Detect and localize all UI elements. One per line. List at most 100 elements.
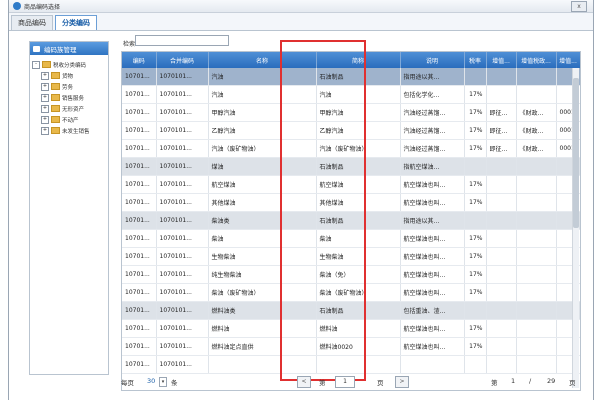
table-cell [208, 355, 317, 374]
table-cell [516, 301, 557, 320]
expand-icon[interactable]: + [41, 104, 49, 113]
table-cell: 汽油经过蒸馏... [400, 139, 465, 158]
app-icon [13, 2, 21, 10]
table-cell [516, 355, 557, 374]
prev-page-button[interactable]: < [297, 376, 311, 388]
table-cell: 17% [464, 103, 487, 122]
table-cell: 汽油 [316, 85, 401, 104]
table-cell [516, 283, 557, 302]
table-cell: 17% [464, 247, 487, 266]
column-header[interactable]: 增值税政... [516, 52, 557, 68]
table-cell: 17% [464, 229, 487, 248]
table-row[interactable]: 10701... 1070101... 燃料油定点直供 燃料油0020 航空煤油也叫..… [122, 337, 580, 356]
table-cell: 柴油 [316, 229, 401, 248]
column-header[interactable]: 合并编码 [156, 52, 209, 68]
expand-icon[interactable]: + [41, 115, 49, 124]
table-cell: 汽油经过蒸馏... [400, 121, 465, 140]
table-cell [486, 157, 517, 176]
folder-icon [51, 116, 60, 123]
tab-product-code[interactable]: 商品编码 [11, 15, 53, 30]
table-cell: 包括重油、渣... [400, 301, 465, 320]
table-row[interactable]: 10701... 1070101... 甲醇汽油 甲醇汽油 汽油经过蒸馏... 17% 即征… [122, 103, 580, 122]
expand-icon[interactable]: + [41, 93, 49, 102]
table-row[interactable]: 10701... 1070101... 柴油 柴油 航空煤油也叫... 17% [122, 229, 580, 248]
tree-item[interactable]: + 无形资产 [32, 103, 106, 114]
expand-icon[interactable]: + [41, 71, 49, 80]
table-cell [486, 85, 517, 104]
table-cell: 1070101... [156, 121, 209, 140]
per-page-value[interactable]: 30 [147, 377, 155, 385]
table-row[interactable]: 10701... 1070101... 柴油类 石油制品 指用途以其... [122, 211, 580, 230]
table-row[interactable]: 10701... 1070101... 其他煤油 其他煤油 航空煤油也叫... 17% [122, 193, 580, 212]
table-cell: 10701... [122, 247, 157, 266]
tree-item-label: 劳务 [62, 84, 74, 91]
table-cell: 指用途以其... [400, 211, 465, 230]
column-header[interactable]: 增值... [556, 52, 580, 68]
expand-icon[interactable]: + [41, 126, 49, 135]
tree-item[interactable]: + 销售服务 [32, 92, 106, 103]
folder-icon [51, 94, 60, 101]
table-cell: 汽油（废矿物油） [316, 139, 401, 158]
table-row[interactable]: 10701... 1070101... 纯生物柴油 柴油（免） 航空煤油也叫... 17% [122, 265, 580, 284]
table-cell: 石油制品 [316, 157, 401, 176]
summary-sep: / [529, 377, 532, 385]
table-row[interactable]: 10701... 1070101... 乙醇汽油 乙醇汽油 汽油经过蒸馏... 17% 即征… [122, 121, 580, 140]
tree-item[interactable]: + 不动产 [32, 114, 106, 125]
table-cell: 10701... [122, 265, 157, 284]
table-cell: 即征... [486, 139, 517, 158]
table-cell: 柴油类 [208, 211, 317, 230]
table-row[interactable]: 10701... 1070101... 柴油（废矿物油） 柴油（废矿物油） 航空煤油也叫… [122, 283, 580, 302]
table-cell: 汽油 [208, 68, 317, 86]
table-row[interactable]: 10701... 1070101... 航空煤油 航空煤油 航空煤油也叫... 17% [122, 175, 580, 194]
table-row[interactable]: 10701... 1070101... 燃料油 燃料油 航空煤油也叫... 17% [122, 319, 580, 338]
tree-item[interactable]: + 劳务 [32, 81, 106, 92]
spinner-icon[interactable]: ▾ [159, 377, 167, 387]
table-cell: 包括化学化... [400, 85, 465, 104]
table-cell [486, 301, 517, 320]
folder-icon [51, 127, 60, 134]
table-row[interactable]: 10701... 1070101... [122, 355, 580, 374]
scrollbar-thumb[interactable] [573, 78, 579, 228]
table-cell: 《财政... [516, 139, 557, 158]
table-row[interactable]: 10701... 1070101... 汽油（废矿物油） 汽油（废矿物油） 汽油经过蒸馏… [122, 139, 580, 158]
column-header[interactable]: 简称 [316, 52, 401, 68]
tab-category-code[interactable]: 分类编码 [55, 15, 97, 30]
column-header[interactable]: 编码 [122, 52, 157, 68]
tree-item[interactable]: + 货物 [32, 70, 106, 81]
close-button[interactable]: x [571, 1, 587, 12]
vertical-scrollbar[interactable] [572, 68, 579, 388]
manage-icon [33, 45, 40, 52]
table-row[interactable]: 10701... 1070101... 生物柴油 生物柴油 航空煤油也叫... 17% [122, 247, 580, 266]
title-bar: 商品编码选择 x [9, 0, 593, 13]
table-row[interactable]: 10701... 1070101... 汽油 石油制品 指用途以其... [122, 68, 580, 86]
tree-item-label: 未发生销售 [62, 128, 90, 135]
table-cell: 17% [464, 85, 487, 104]
table-cell: 航空煤油也叫... [400, 193, 465, 212]
next-page-button[interactable]: > [395, 376, 409, 388]
per-page-spinner[interactable]: ▾ [159, 377, 167, 387]
table-row[interactable]: 10701... 1070101... 煤油 石油制品 指航空煤油... [122, 157, 580, 176]
page-number-input[interactable]: 1 [335, 376, 355, 388]
tree-item[interactable]: + 未发生销售 [32, 125, 106, 136]
collapse-icon[interactable]: - [32, 60, 40, 69]
table-cell: 1070101... [156, 175, 209, 194]
expand-icon[interactable]: + [41, 82, 49, 91]
search-input[interactable] [135, 35, 229, 46]
table-cell [516, 157, 557, 176]
table-cell: 乙醇汽油 [316, 121, 401, 140]
table-cell: 10701... [122, 283, 157, 302]
column-header[interactable]: 增值... [486, 52, 517, 68]
window-title: 商品编码选择 [24, 3, 61, 11]
table-cell [486, 265, 517, 284]
table-row[interactable]: 10701... 1070101... 汽油 汽油 包括化学化... 17% [122, 85, 580, 104]
table-cell [486, 337, 517, 356]
table-row[interactable]: 10701... 1070101... 燃料油类 石油制品 包括重油、渣... [122, 301, 580, 320]
table-cell: 航空煤油也叫... [400, 265, 465, 284]
column-header[interactable]: 名称 [208, 52, 317, 68]
column-header[interactable]: 说明 [400, 52, 465, 68]
search-label: 检索 [123, 41, 136, 48]
table-cell [486, 355, 517, 374]
tree-item[interactable]: - 税收分类编码 [32, 59, 106, 70]
column-header[interactable]: 税率 [464, 52, 487, 68]
pagination-bar: 每页 30 ▾ 条 < 第 1 页 > 第 1 / 29 页 [121, 376, 581, 390]
